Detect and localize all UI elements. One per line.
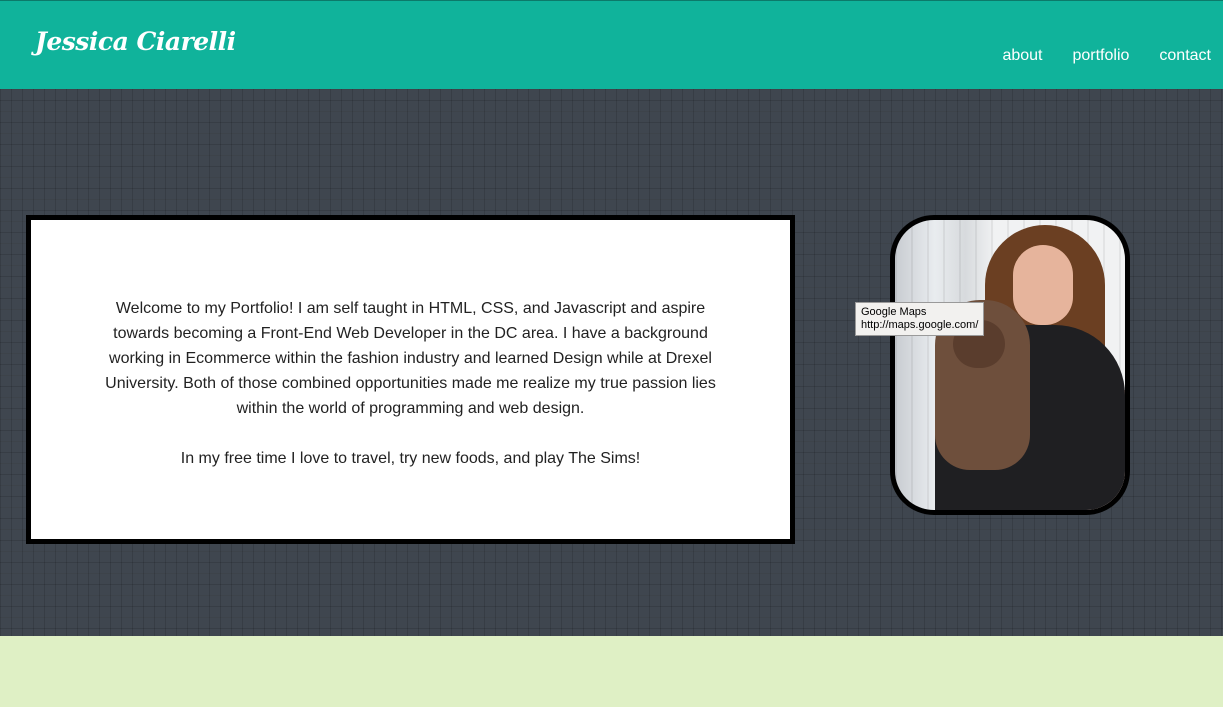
intro-paragraph: Welcome to my Portfolio! I am self taugh… [105, 300, 716, 417]
portfolio-section [0, 636, 1223, 707]
nav-about-link[interactable]: about [1002, 47, 1042, 65]
intro-card: Welcome to my Portfolio! I am self taugh… [26, 215, 795, 544]
nav-portfolio-link[interactable]: portfolio [1072, 47, 1129, 65]
nav-contact-link[interactable]: contact [1159, 47, 1211, 65]
tooltip-url: http://maps.google.com/ [861, 319, 979, 331]
hobbies-paragraph: In my free time I love to travel, try ne… [180, 450, 641, 467]
site-header: Jessica Ciarelli about portfolio contact [0, 0, 1223, 89]
main-nav: about portfolio contact [1002, 47, 1211, 65]
tooltip-title: Google Maps [861, 306, 927, 318]
hero-section: Welcome to my Portfolio! I am self taugh… [0, 89, 1223, 636]
intro-text: Welcome to my Portfolio! I am self taugh… [101, 296, 720, 496]
google-maps-tooltip: Google Maps http://maps.google.com/ [855, 302, 985, 336]
site-brand[interactable]: Jessica Ciarelli [35, 27, 236, 56]
profile-photo [890, 215, 1130, 515]
